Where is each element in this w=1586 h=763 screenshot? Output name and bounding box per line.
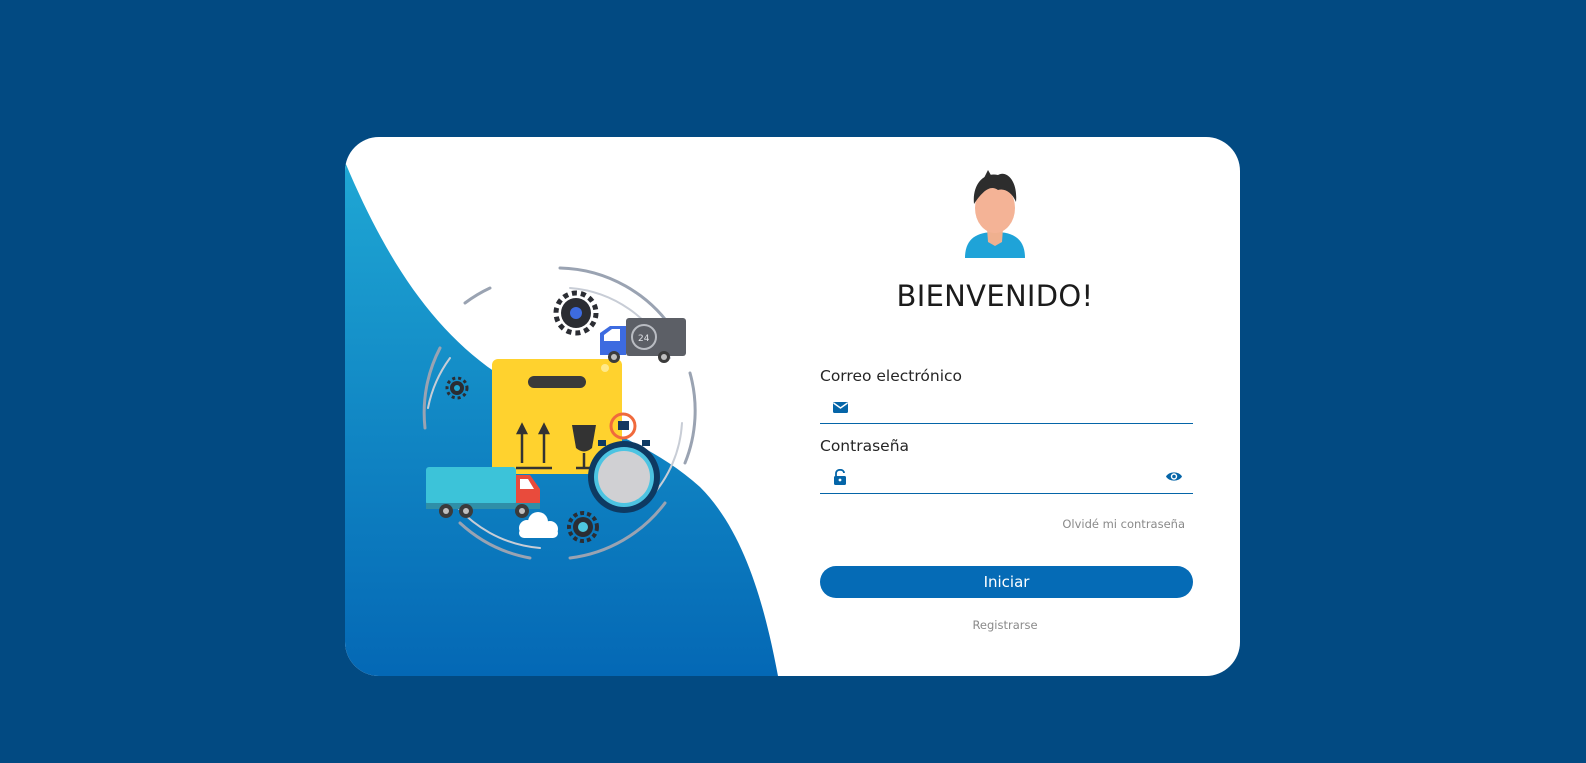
login-button[interactable]: Iniciar (820, 566, 1193, 598)
password-field-container (820, 462, 1193, 494)
eye-icon[interactable] (1165, 470, 1183, 483)
logistics-illustration: 24 (422, 266, 697, 560)
login-card: 24 BIENVENIDO! Correo electrónico Contra… (345, 137, 1240, 676)
unlock-icon (834, 469, 846, 485)
email-field-container (820, 392, 1193, 424)
forgot-password-link[interactable]: Olvidé mi contraseña (1045, 517, 1185, 531)
envelope-icon (833, 402, 848, 413)
gear-icon (553, 290, 599, 336)
password-input[interactable] (858, 465, 1152, 491)
email-label: Correo electrónico (820, 367, 963, 385)
password-label: Contraseña (820, 437, 910, 455)
welcome-title: BIENVENIDO! (896, 279, 1094, 313)
register-link[interactable]: Registrarse (920, 618, 1090, 632)
svg-text:24: 24 (638, 334, 650, 344)
email-input[interactable] (858, 395, 1152, 421)
user-avatar (965, 170, 1025, 258)
